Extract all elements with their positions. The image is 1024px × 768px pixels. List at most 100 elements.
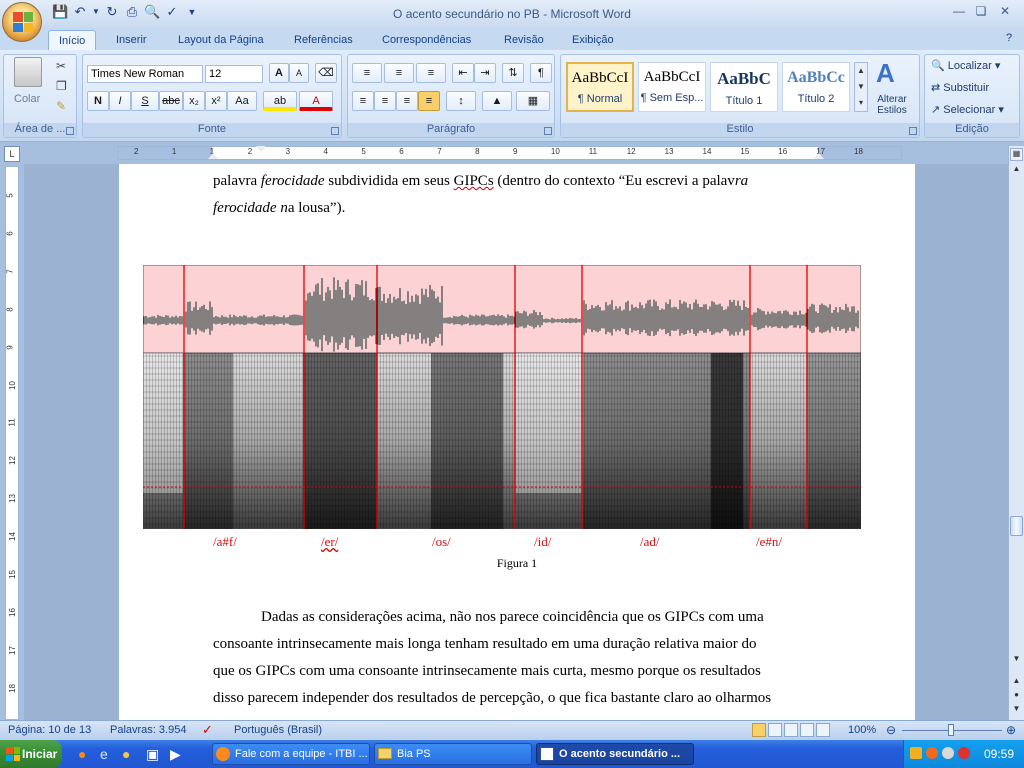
minimize-icon[interactable]: —: [948, 3, 970, 19]
styles-launcher-icon[interactable]: [909, 127, 917, 135]
close-icon[interactable]: ✕: [994, 3, 1016, 19]
tab-referencias[interactable]: Referências: [284, 30, 363, 50]
left-indent-marker-icon[interactable]: [208, 153, 218, 159]
paragraph-launcher-icon[interactable]: [544, 127, 552, 135]
replace-button[interactable]: ⇄ Substituir: [931, 81, 989, 94]
document-page[interactable]: palavra ferocidade subdividida em seus G…: [119, 164, 915, 720]
zoom-out-icon[interactable]: ⊖: [886, 723, 896, 737]
font-color-icon[interactable]: A: [299, 91, 333, 111]
copy-icon[interactable]: ❐: [56, 79, 67, 93]
clear-format-icon[interactable]: ⌫: [315, 63, 337, 83]
cut-icon[interactable]: ✂: [56, 59, 66, 73]
vertical-scrollbar[interactable]: ▦ ▲ ▼ ▲ ● ▼: [1008, 146, 1024, 720]
italic-icon[interactable]: I: [109, 91, 131, 111]
full-screen-reading-icon[interactable]: [768, 723, 782, 737]
shading-icon[interactable]: ▲: [482, 91, 512, 111]
first-line-indent-icon[interactable]: [256, 146, 266, 152]
restore-icon[interactable]: ❏: [970, 3, 992, 19]
task-firefox[interactable]: Fale com a equipe - ITBI ...: [212, 743, 370, 765]
sort-icon[interactable]: ⇅: [502, 63, 524, 83]
web-layout-icon[interactable]: [784, 723, 798, 737]
tab-exibicao[interactable]: Exibição: [562, 30, 624, 50]
decrease-indent-icon[interactable]: ⇤: [452, 63, 474, 83]
change-styles-label[interactable]: Alterar Estilos: [872, 94, 912, 116]
show-desktop-icon[interactable]: ▣: [146, 746, 159, 763]
style-no-spacing[interactable]: AaBbCcI ¶ Sem Esp...: [638, 62, 706, 112]
start-button[interactable]: Iniciar: [0, 740, 62, 768]
zoom-slider-thumb[interactable]: [948, 724, 954, 736]
format-painter-icon[interactable]: ✎: [56, 99, 66, 113]
outline-view-icon[interactable]: [800, 723, 814, 737]
line-spacing-icon[interactable]: ↕: [446, 91, 476, 111]
strikethrough-icon[interactable]: abc: [159, 91, 183, 111]
tab-revisao[interactable]: Revisão: [494, 30, 554, 50]
media-quicklaunch-icon[interactable]: ▶: [170, 746, 181, 763]
superscript-icon[interactable]: x²: [205, 91, 227, 111]
show-marks-icon[interactable]: ¶: [530, 63, 552, 83]
highlight-icon[interactable]: ab: [263, 91, 297, 111]
subscript-icon[interactable]: x₂: [183, 91, 205, 111]
network-icon[interactable]: [942, 747, 954, 759]
help-icon[interactable]: ?: [1006, 32, 1020, 46]
align-center-icon[interactable]: ≡: [374, 91, 396, 111]
next-page-icon[interactable]: ▼: [1010, 704, 1023, 716]
shrink-font-icon[interactable]: A: [289, 63, 309, 83]
right-indent-marker-icon[interactable]: [814, 153, 824, 159]
align-left-icon[interactable]: ≡: [352, 91, 374, 111]
clock[interactable]: 09:59: [984, 747, 1014, 761]
ie-quicklaunch-icon[interactable]: e: [100, 746, 108, 762]
spectrogram-figure[interactable]: [143, 265, 861, 529]
firefox-quicklaunch-icon[interactable]: ●: [78, 746, 86, 762]
draft-view-icon[interactable]: [816, 723, 830, 737]
font-family-select[interactable]: Times New Roman: [87, 65, 203, 83]
horizontal-ruler[interactable]: 2 1 1 2 3 4 5 6 7 8 9 10 11 12 13 14 15 16 17 18: [117, 146, 902, 160]
bullets-icon[interactable]: ≡: [352, 63, 382, 83]
print-layout-icon[interactable]: [752, 723, 766, 737]
vertical-ruler[interactable]: 5 6 7 8 9 10 11 12 13 14 15 16 17 18: [5, 166, 19, 720]
font-launcher-icon[interactable]: [331, 127, 339, 135]
select-button[interactable]: ↗ Selecionar ▾: [931, 103, 1004, 116]
numbering-icon[interactable]: ≡: [384, 63, 414, 83]
style-heading-1[interactable]: AaBbC Título 1: [710, 62, 778, 112]
find-button[interactable]: 🔍 Localizar ▾: [931, 59, 1000, 72]
tab-inicio[interactable]: Início: [48, 30, 97, 50]
underline-icon[interactable]: S: [131, 91, 159, 111]
multilevel-list-icon[interactable]: ≡: [416, 63, 446, 83]
increase-indent-icon[interactable]: ⇥: [474, 63, 496, 83]
font-size-select[interactable]: 12: [205, 65, 263, 83]
browse-object-icon[interactable]: ●: [1010, 690, 1023, 702]
styles-scroll-icon[interactable]: ▲ ▼ ▾: [854, 62, 868, 112]
zoom-in-icon[interactable]: ⊕: [1006, 723, 1016, 737]
scroll-up-icon[interactable]: ▲: [1010, 164, 1023, 178]
shield-icon[interactable]: [910, 747, 922, 759]
change-styles-icon[interactable]: A: [876, 58, 895, 89]
change-case-icon[interactable]: Aa: [227, 91, 257, 111]
page-indicator[interactable]: Página: 10 de 13: [8, 724, 91, 736]
align-right-icon[interactable]: ≡: [396, 91, 418, 111]
paste-label[interactable]: Colar: [14, 93, 40, 105]
previous-page-icon[interactable]: ▲: [1010, 676, 1023, 688]
task-word[interactable]: O acento secundário ...: [536, 743, 694, 765]
grow-font-icon[interactable]: A: [269, 63, 289, 83]
tab-inserir[interactable]: Inserir: [106, 30, 157, 50]
style-heading-2[interactable]: AaBbCc Título 2: [782, 62, 850, 112]
task-folder[interactable]: Bia PS: [374, 743, 532, 765]
borders-icon[interactable]: ▦: [516, 91, 550, 111]
office-button[interactable]: [2, 2, 42, 42]
chrome-quicklaunch-icon[interactable]: ●: [122, 746, 130, 762]
ruler-toggle-icon[interactable]: ▦: [1010, 148, 1023, 161]
style-normal[interactable]: AaBbCcI ¶ Normal: [566, 62, 634, 112]
tab-layout[interactable]: Layout da Página: [168, 30, 274, 50]
tab-correspondencias[interactable]: Correspondências: [372, 30, 481, 50]
word-count[interactable]: Palavras: 3.954: [110, 724, 186, 736]
security-icon[interactable]: [926, 747, 938, 759]
zoom-level[interactable]: 100%: [848, 724, 876, 736]
messenger-icon[interactable]: [958, 747, 970, 759]
language-indicator[interactable]: Português (Brasil): [234, 724, 322, 736]
bold-icon[interactable]: N: [87, 91, 109, 111]
clipboard-launcher-icon[interactable]: [66, 127, 74, 135]
proofing-icon[interactable]: ✓: [202, 722, 213, 738]
paste-icon[interactable]: [14, 57, 42, 87]
scroll-down-icon[interactable]: ▼: [1010, 654, 1023, 668]
tab-selector-icon[interactable]: L: [4, 146, 20, 162]
